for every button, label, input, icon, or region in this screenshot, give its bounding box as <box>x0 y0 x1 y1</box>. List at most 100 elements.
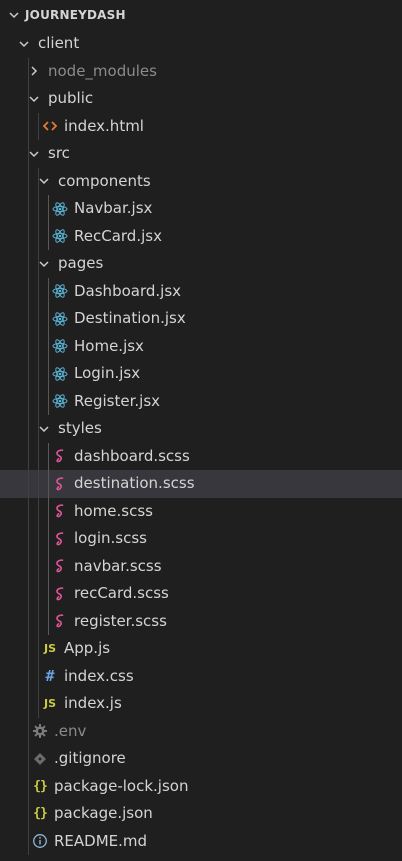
tree-item-label: index.html <box>64 116 144 135</box>
file-dashboard-jsx[interactable]: Dashboard.jsx <box>0 277 402 305</box>
folder-node-modules[interactable]: node_modules <box>0 57 402 85</box>
indent-guide <box>48 277 49 305</box>
file-env[interactable]: .env <box>0 717 402 745</box>
indent-guide <box>28 167 29 195</box>
file-index-css[interactable]: # index.css <box>0 662 402 690</box>
folder-client[interactable]: client <box>0 30 402 58</box>
indent-guide <box>48 525 49 553</box>
file-explorer: JOURNEYDASH client node_modulespublic inde… <box>0 0 402 861</box>
indent-guide <box>38 690 39 718</box>
tree-item-label: Destination.jsx <box>74 309 186 328</box>
react-file-icon <box>52 366 68 382</box>
indent-guide <box>38 277 39 305</box>
file-index-html[interactable]: index.html <box>0 112 402 140</box>
tree-item-label: home.scss <box>74 501 153 520</box>
indent-guide <box>28 222 29 250</box>
tree-item-label: register.scss <box>74 611 167 630</box>
react-file-icon <box>52 393 68 409</box>
sass-file-icon <box>52 503 68 519</box>
indent-guide <box>48 607 49 635</box>
file-register-scss[interactable]: register.scss <box>0 607 402 635</box>
indent-guide <box>38 112 39 140</box>
indent-guide <box>38 552 39 580</box>
indent-guide <box>28 360 29 388</box>
sass-file-icon <box>52 613 68 629</box>
tree-item-label: components <box>58 171 151 190</box>
tree-item-label: styles <box>58 419 102 438</box>
file-login-jsx[interactable]: Login.jsx <box>0 360 402 388</box>
indent-guide <box>28 580 29 608</box>
folder-styles[interactable]: styles <box>0 415 402 443</box>
indent-guide <box>38 415 39 443</box>
indent-guide <box>28 112 29 140</box>
tree-item-label: Register.jsx <box>74 391 161 410</box>
file-package-lock-json[interactable]: {} package-lock.json <box>0 772 402 800</box>
file-package-json[interactable]: {} package.json <box>0 800 402 828</box>
tree-item-label: pages <box>58 254 104 273</box>
file-reccard-jsx[interactable]: RecCard.jsx <box>0 222 402 250</box>
indent-guide <box>28 717 29 745</box>
file-readme-md[interactable]: README.md <box>0 827 402 855</box>
indent-guide <box>38 580 39 608</box>
indent-guide <box>38 222 39 250</box>
indent-guide <box>38 305 39 333</box>
folder-pages[interactable]: pages <box>0 250 402 278</box>
indent-guide <box>38 607 39 635</box>
folder-src[interactable]: src <box>0 140 402 168</box>
file-login-scss[interactable]: login.scss <box>0 525 402 553</box>
file-reccard-scss[interactable]: recCard.scss <box>0 580 402 608</box>
tree-item-label: login.scss <box>74 529 148 548</box>
indent-guide <box>38 662 39 690</box>
tree-item-label: client <box>38 34 80 53</box>
indent-guide <box>28 497 29 525</box>
sass-file-icon <box>52 476 68 492</box>
file-app-js[interactable]: JS App.js <box>0 635 402 663</box>
file-home-jsx[interactable]: Home.jsx <box>0 332 402 360</box>
folder-public[interactable]: public <box>0 85 402 113</box>
indent-guide <box>38 167 39 195</box>
indent-guide <box>28 690 29 718</box>
react-file-icon <box>52 311 68 327</box>
indent-guide <box>48 387 49 415</box>
tree-item-label: App.js <box>64 639 111 658</box>
tree-item-label: index.css <box>64 666 134 685</box>
indent-guide <box>28 470 29 498</box>
file-navbar-scss[interactable]: navbar.scss <box>0 552 402 580</box>
file-register-jsx[interactable]: Register.jsx <box>0 387 402 415</box>
react-file-icon <box>52 283 68 299</box>
indent-guide <box>28 85 29 113</box>
folder-components[interactable]: components <box>0 167 402 195</box>
tree-item-label: recCard.scss <box>74 584 169 603</box>
file-navbar-jsx[interactable]: Navbar.jsx <box>0 195 402 223</box>
file-index-js[interactable]: JS index.js <box>0 690 402 718</box>
file-home-scss[interactable]: home.scss <box>0 497 402 525</box>
file-gitignore[interactable]: .gitignore <box>0 745 402 773</box>
react-file-icon <box>52 338 68 354</box>
chevron-down-icon[interactable] <box>16 36 32 52</box>
file-destination-jsx[interactable]: Destination.jsx <box>0 305 402 333</box>
explorer-root-header[interactable]: JOURNEYDASH <box>0 0 402 30</box>
tree-item-label: README.md <box>54 831 148 850</box>
indent-guide <box>48 305 49 333</box>
indent-guide <box>28 525 29 553</box>
tree-item-label: package.json <box>54 804 153 823</box>
file-dashboard-scss[interactable]: dashboard.scss <box>0 442 402 470</box>
tree-item-label: Login.jsx <box>74 364 141 383</box>
indent-guide <box>48 552 49 580</box>
tree-item-label: .gitignore <box>54 749 126 768</box>
tree-item-label: node_modules <box>48 61 157 80</box>
file-destination-scss[interactable]: destination.scss <box>0 470 402 498</box>
indent-guide <box>38 470 39 498</box>
tree-item-label: public <box>48 89 94 108</box>
tree-item-label: Navbar.jsx <box>74 199 153 218</box>
sass-file-icon <box>52 558 68 574</box>
indent-guide <box>28 277 29 305</box>
indent-guide <box>28 607 29 635</box>
file-tree: client node_modulespublic index.html src com… <box>0 30 402 855</box>
indent-guide <box>38 332 39 360</box>
indent-guide <box>28 772 29 800</box>
tree-item-label: Home.jsx <box>74 336 144 355</box>
json-file-icon: {} <box>33 778 48 794</box>
indent-guide <box>28 635 29 663</box>
indent-guide <box>28 195 29 223</box>
